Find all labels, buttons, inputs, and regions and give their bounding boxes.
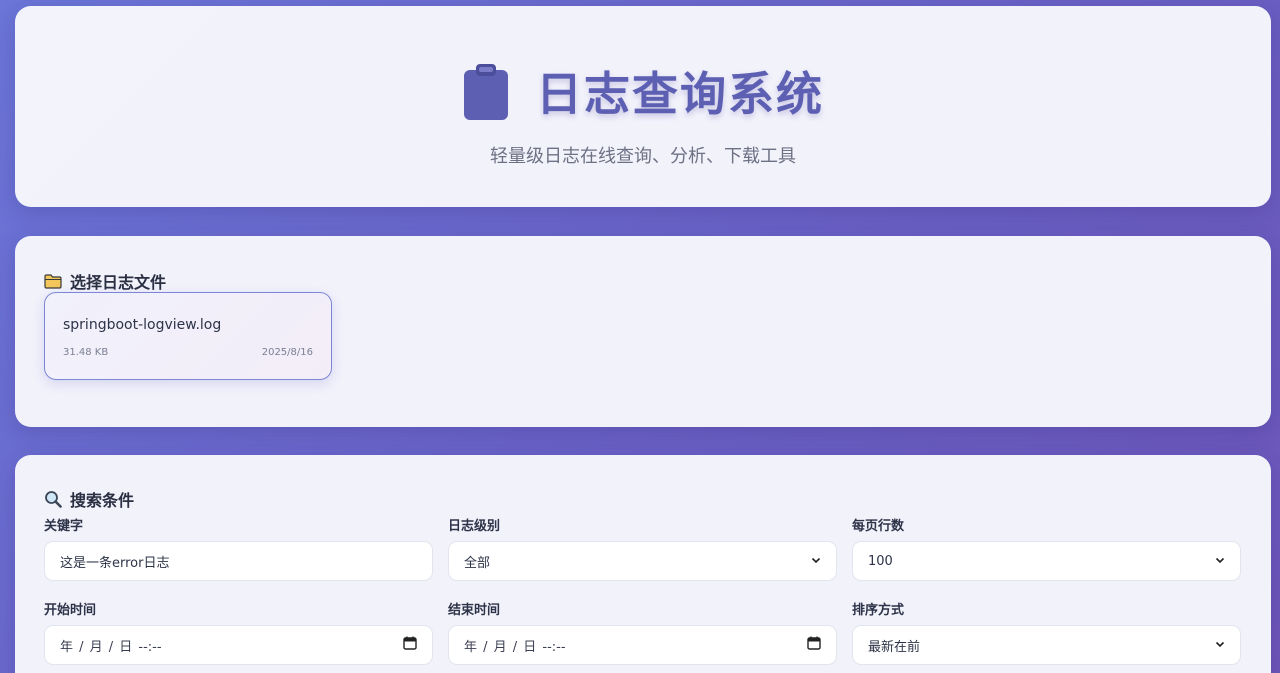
keyword-label: 关键字 [44, 519, 84, 534]
sort-value: 最新在前 [868, 639, 921, 655]
keyword-value: 这是一条error日志 [60, 555, 170, 571]
title-row: 日志查询系统 [15, 62, 1271, 126]
file-name: springboot-logview.log [63, 317, 222, 333]
keyword-input[interactable]: 这是一条error日志 [44, 541, 433, 581]
level-label: 日志级别 [448, 519, 501, 534]
search-section: 搜索条件 关键字 日志级别 每页行数 这是一条error日志 全部 100 开始… [15, 455, 1271, 673]
search-section-label: 搜索条件 [70, 491, 135, 510]
file-section-label: 选择日志文件 [70, 273, 167, 292]
header-card: 日志查询系统 轻量级日志在线查询、分析、下载工具 [15, 6, 1271, 207]
calendar-icon[interactable] [403, 636, 417, 654]
chevron-down-icon [1215, 554, 1225, 569]
level-select[interactable]: 全部 [448, 541, 837, 581]
file-section: 选择日志文件 springboot-logview.log 31.48 KB 2… [15, 236, 1271, 427]
start-time-placeholder: 年 / 月 / 日 --:-- [60, 639, 162, 655]
end-time-label: 结束时间 [448, 603, 501, 618]
search-section-title: 搜索条件 [44, 487, 134, 511]
folder-icon [44, 273, 62, 289]
file-size: 31.48 KB [63, 347, 109, 358]
app-title: 日志查询系统 [536, 67, 824, 121]
file-item-springboot-logview[interactable]: springboot-logview.log 31.48 KB 2025/8/1… [44, 292, 332, 380]
search-icon [44, 490, 62, 508]
end-time-input[interactable]: 年 / 月 / 日 --:-- [448, 625, 837, 665]
page-size-select[interactable]: 100 [852, 541, 1241, 581]
file-section-title: 选择日志文件 [44, 269, 166, 293]
start-time-label: 开始时间 [44, 603, 97, 618]
start-time-input[interactable]: 年 / 月 / 日 --:-- [44, 625, 433, 665]
page-size-label: 每页行数 [852, 519, 905, 534]
clipboard-icon [462, 62, 536, 126]
sort-label: 排序方式 [852, 603, 905, 618]
app-subtitle: 轻量级日志在线查询、分析、下载工具 [490, 146, 796, 167]
chevron-down-icon [811, 554, 821, 569]
file-date: 2025/8/16 [261, 347, 313, 358]
page-size-value: 100 [868, 553, 893, 569]
sort-select[interactable]: 最新在前 [852, 625, 1241, 665]
end-time-placeholder: 年 / 月 / 日 --:-- [464, 639, 566, 655]
calendar-icon[interactable] [807, 636, 821, 654]
level-value: 全部 [464, 555, 491, 571]
chevron-down-icon [1215, 638, 1225, 653]
